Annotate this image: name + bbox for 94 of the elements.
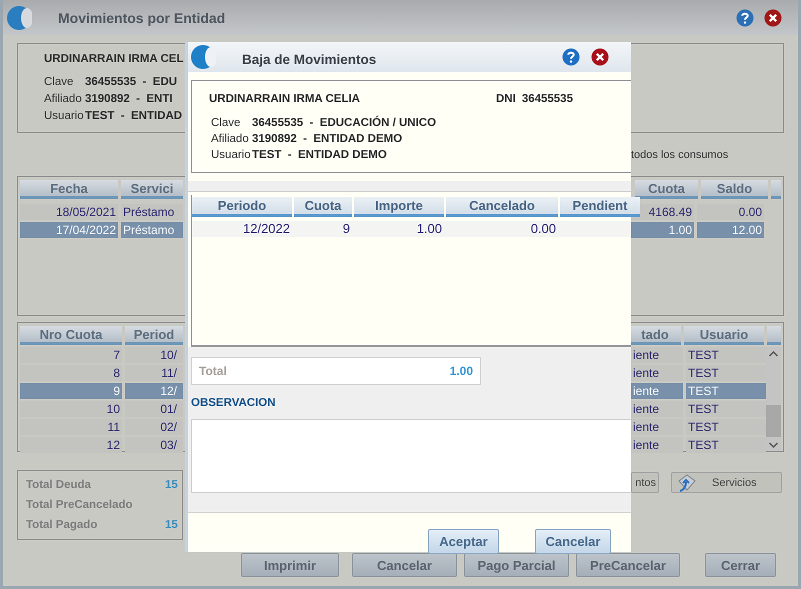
field-label: Clave	[44, 75, 74, 90]
total-label: Total PreCancelado	[26, 498, 134, 512]
field-value: 3190892 - ENTI	[85, 92, 173, 107]
observation-label: OBSERVACION	[191, 397, 277, 409]
help-icon[interactable]	[562, 48, 580, 66]
dialog-button[interactable]: Cancelar	[535, 529, 611, 554]
field-label: Usuario	[44, 109, 84, 124]
table-cell[interactable]: 0.00	[697, 204, 764, 220]
table-cell-text: 9	[342, 221, 351, 237]
table-cell-text: 1.00	[416, 221, 443, 237]
table-cell-text: 0.00	[530, 221, 557, 237]
table-cell[interactable]: 10/	[125, 347, 183, 363]
table-cell[interactable]: iente	[631, 419, 683, 435]
table-cell-text: 12/2022	[242, 221, 291, 237]
field-value: TEST - ENTIDAD	[85, 109, 182, 124]
column-header	[771, 180, 781, 199]
total-value: 15	[165, 518, 178, 532]
field-label: Usuario	[211, 148, 251, 163]
person-name: URDINARRAIN IRMA CEL	[44, 53, 184, 65]
column-header[interactable]: Pendient	[560, 197, 640, 217]
total-label: Total Pagado	[26, 518, 98, 532]
field-label: Clave	[211, 116, 242, 131]
logo-icon	[190, 44, 216, 70]
table-cell[interactable]: Préstamo	[121, 204, 183, 220]
action-button[interactable]: PreCancelar	[576, 553, 680, 577]
column-header[interactable]: Cuota	[635, 180, 698, 199]
table-cell[interactable]: TEST	[686, 437, 766, 453]
action-button[interactable]: Imprimir	[241, 553, 339, 577]
table-cell[interactable]: 03/	[125, 437, 183, 453]
action-button[interactable]: Cancelar	[352, 553, 457, 577]
table-cell[interactable]: 9	[20, 383, 122, 399]
table-cell[interactable]: 8	[20, 365, 122, 381]
table-cell[interactable]: 10	[20, 401, 122, 417]
table-cell[interactable]: 02/	[125, 419, 183, 435]
table-cell[interactable]: TEST	[686, 401, 766, 417]
table-cell[interactable]: 12.00	[697, 222, 764, 238]
window-title: Movimientos por Entidad	[58, 10, 226, 26]
action-button[interactable]: Pago Parcial	[464, 553, 569, 577]
dni-label: DNI	[496, 93, 516, 105]
field-value: 36455535 - EDUCACIÓN / UNICO	[252, 116, 436, 131]
total-value: 1.00	[450, 364, 473, 378]
column-header[interactable]: Nro Cuota	[20, 326, 122, 345]
consumos-note: todos los consumos	[631, 148, 728, 160]
column-header[interactable]: Importe	[354, 197, 444, 217]
observation-field[interactable]	[191, 419, 631, 493]
table-cell[interactable]: TEST	[686, 383, 766, 399]
field-label: Afiliado	[44, 92, 83, 107]
total-value: 15	[165, 478, 178, 492]
column-header[interactable]: Period	[125, 326, 183, 345]
dni-value: 36455535	[522, 93, 573, 105]
dialog-button[interactable]: Aceptar	[428, 529, 499, 554]
table-cell[interactable]: 18/05/2021	[20, 204, 118, 220]
table-cell[interactable]: 7	[20, 347, 122, 363]
table-cell[interactable]: TEST	[686, 365, 766, 381]
column-header	[767, 326, 781, 345]
side-button[interactable]: Servicios	[671, 472, 782, 493]
table-cell[interactable]: Préstamo	[121, 222, 183, 238]
field-value: 36455535 - EDU	[85, 75, 178, 90]
field-label: Afiliado	[211, 132, 250, 147]
person-name: URDINARRAIN IRMA CELIA	[209, 93, 361, 105]
close-icon[interactable]	[764, 8, 782, 26]
total-label: Total	[199, 364, 227, 378]
table-cell[interactable]: TEST	[686, 419, 766, 435]
table-cell[interactable]: 17/04/2022	[20, 222, 118, 238]
column-header[interactable]: Cancelado	[446, 197, 558, 217]
side-button[interactable]: ntos	[631, 472, 659, 493]
column-header[interactable]: Cuota	[294, 197, 352, 217]
dialog-title: Baja de Movimientos	[242, 52, 378, 66]
total-label: Total Deuda	[26, 478, 92, 492]
action-button[interactable]: Cerrar	[705, 553, 776, 577]
table-cell[interactable]: TEST	[686, 347, 766, 363]
table-cell[interactable]: 12/	[125, 383, 183, 399]
column-header[interactable]: Usuario	[684, 326, 764, 345]
column-header[interactable]: Saldo	[701, 180, 768, 199]
help-icon[interactable]	[736, 8, 754, 26]
column-header[interactable]: Periodo	[192, 197, 292, 217]
table-cell[interactable]: 01/	[125, 401, 183, 417]
field-value: TEST - ENTIDAD DEMO	[252, 148, 387, 163]
table-cell[interactable]: iente	[631, 401, 683, 417]
table-cell[interactable]: 11/	[125, 365, 183, 381]
field-value: 3190892 - ENTIDAD DEMO	[252, 132, 402, 147]
table-cell[interactable]: 11	[20, 419, 122, 435]
column-header[interactable]: Fecha	[20, 180, 118, 199]
logo-icon	[6, 4, 32, 30]
table-cell[interactable]: iente	[631, 365, 683, 381]
table-cell[interactable]: 1.00	[631, 222, 694, 238]
table-cell[interactable]: iente	[631, 437, 683, 453]
table-cell[interactable]: iente	[631, 347, 683, 363]
column-header[interactable]: tado	[629, 326, 681, 345]
table-cell[interactable]: iente	[631, 383, 683, 399]
close-icon[interactable]	[591, 48, 609, 66]
tag-icon	[676, 472, 698, 492]
column-header[interactable]: Servici	[121, 180, 183, 199]
table-cell[interactable]: 12	[20, 437, 122, 453]
